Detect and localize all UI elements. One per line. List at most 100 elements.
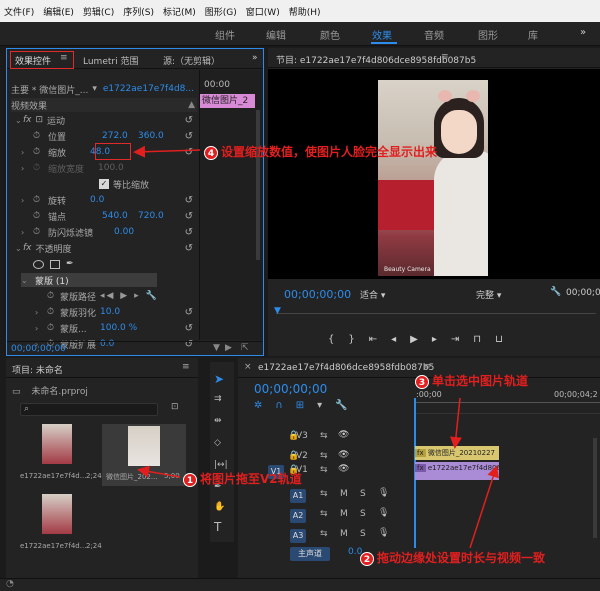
tab-assembly[interactable]: 组件 (215, 27, 235, 42)
snap-icon[interactable]: ∩ (275, 400, 295, 411)
slip-tool-icon[interactable]: |↔| (214, 460, 228, 470)
extract-icon[interactable]: ⊔ (495, 334, 517, 345)
sync-lock-icon[interactable]: ⇆ (320, 509, 328, 519)
export-icon[interactable]: ⇱ (241, 343, 249, 353)
pen-mask-icon[interactable]: ✒ (66, 259, 74, 269)
type-tool-icon[interactable]: T (214, 520, 221, 534)
more-workspaces-icon[interactable]: » (580, 27, 586, 38)
filter-icon[interactable]: ▼ (213, 343, 220, 353)
sequence-clip-label[interactable]: e1722ae17e7f4d8... (103, 84, 194, 94)
panel-menu-icon[interactable]: ≡ (423, 362, 431, 372)
menu-graphics[interactable]: 图形(G) (205, 5, 237, 18)
fit-select[interactable]: 适合 ▾ (360, 288, 385, 301)
ellipse-mask-icon[interactable] (33, 259, 44, 269)
project-item-selected[interactable]: 微信图片_202... 5;00 (102, 424, 186, 486)
settings-wrench-icon[interactable]: 🔧 (335, 400, 360, 411)
program-ruler[interactable] (276, 306, 596, 314)
expand-icon[interactable]: ⌄ (15, 116, 23, 125)
menu-file[interactable]: 文件(F) (4, 5, 34, 18)
mask-path-track-controls[interactable]: ◂◀ ▶ ▸ 🔧 (100, 291, 159, 301)
play-audio-icon[interactable]: ▶ (225, 343, 232, 353)
mute-button[interactable]: M (340, 489, 348, 499)
rectangle-mask-icon[interactable] (50, 259, 60, 269)
menu-marker[interactable]: 标记(M) (163, 5, 196, 18)
timeline-timecode[interactable]: 00;00;00;00 (254, 382, 327, 396)
reset-icon[interactable]: ↺ (185, 115, 193, 126)
tab-lumetri-scopes[interactable]: Lumetri 范围 (83, 54, 138, 67)
stopwatch-icon[interactable]: ⏱ (47, 291, 56, 301)
program-timecode[interactable]: 00;00;00;00 (284, 288, 351, 301)
menu-sequence[interactable]: 序列(S) (123, 5, 154, 18)
mark-in-icon[interactable]: { (328, 334, 348, 345)
tab-color[interactable]: 颜色 (320, 27, 340, 42)
hand-tool-icon[interactable]: ✋ (214, 502, 225, 512)
tab-source[interactable]: 源:（无剪辑） (163, 54, 220, 67)
menu-window[interactable]: 窗口(W) (246, 5, 280, 18)
quality-select[interactable]: 完整 ▾ (476, 288, 501, 301)
reset-icon[interactable]: ↺ (185, 147, 193, 158)
stopwatch-icon[interactable]: ⏱ (33, 131, 42, 141)
microphone-icon[interactable]: 🎙 (378, 528, 389, 538)
stopwatch-icon[interactable]: ⏱ (33, 211, 42, 221)
new-bin-icon[interactable]: ⊡ (171, 402, 179, 412)
ripple-edit-tool-icon[interactable]: ⇹ (214, 416, 222, 426)
microphone-icon[interactable]: 🎙 (378, 508, 389, 518)
lift-icon[interactable]: ⊓ (473, 334, 495, 345)
go-to-in-icon[interactable]: ⇤ (369, 334, 391, 345)
effect-controls-timecode[interactable]: 00;00;00;00 (11, 344, 66, 354)
mini-clip-bar[interactable]: 微信图片_2 (200, 94, 255, 108)
sync-lock-icon[interactable]: ⇆ (320, 489, 328, 499)
add-marker-icon[interactable]: ▾ (317, 400, 335, 411)
solo-button[interactable]: S (360, 489, 366, 499)
reset-icon[interactable]: ↺ (185, 307, 193, 318)
solo-button[interactable]: S (360, 529, 366, 539)
linked-selection-icon[interactable]: ⊞ (296, 400, 317, 411)
panel-menu-icon[interactable]: ≡ (441, 52, 449, 62)
stopwatch-icon[interactable]: ⏱ (33, 195, 42, 205)
master-clip-label[interactable]: 主要 * 微信图片_... (11, 83, 88, 96)
motion-row[interactable]: ⌄ fx ⊡ 运动 ↺ (15, 113, 199, 127)
mask-opacity-value[interactable]: 100.0 % (100, 323, 137, 333)
eye-icon[interactable]: 👁 (338, 450, 349, 460)
microphone-icon[interactable]: 🎙 (378, 488, 389, 498)
mask-row[interactable]: ⌄ 蒙版 (1) (21, 273, 157, 287)
track-label[interactable]: A2 (290, 509, 306, 523)
mute-button[interactable]: M (340, 509, 348, 519)
expand-icon[interactable]: ⌄ (15, 244, 23, 253)
stopwatch-icon[interactable]: ⏱ (33, 227, 42, 237)
antiflicker-value[interactable]: 0.00 (114, 227, 134, 237)
scrollbar[interactable] (256, 110, 260, 260)
eye-icon[interactable]: 👁 (338, 464, 349, 474)
razor-tool-icon[interactable]: ◇ (214, 438, 221, 448)
solo-button[interactable]: S (360, 509, 366, 519)
tab-libraries[interactable]: 库 (528, 27, 538, 42)
reset-icon[interactable]: ↺ (185, 131, 193, 142)
nest-icon[interactable]: ✲ (254, 400, 275, 411)
rotation-value[interactable]: 0.0 (90, 195, 104, 205)
tab-effects[interactable]: 效果 (372, 27, 392, 42)
project-search-input[interactable]: ⌕ (20, 403, 158, 416)
motion-transform-icon[interactable]: ⊡ (36, 115, 44, 125)
expand-icon[interactable]: ⌄ (21, 276, 29, 285)
track-label[interactable]: A3 (290, 529, 306, 543)
play-icon[interactable]: ▶ (410, 334, 432, 345)
track-label[interactable]: A1 (290, 489, 306, 503)
project-item[interactable]: e1722ae17e7f4d... 2;24 (16, 424, 102, 486)
reset-icon[interactable]: ↺ (185, 323, 193, 334)
eye-icon[interactable]: 👁 (338, 430, 349, 440)
position-y-value[interactable]: 360.0 (138, 131, 164, 141)
more-panels-icon[interactable]: » (252, 53, 258, 63)
mask-feather-value[interactable]: 10.0 (100, 307, 120, 317)
anchor-x-value[interactable]: 540.0 (102, 211, 138, 221)
sync-lock-icon[interactable]: ⇆ (320, 451, 328, 461)
reset-icon[interactable]: ↺ (185, 211, 193, 222)
reset-icon[interactable]: ↺ (185, 243, 193, 254)
stopwatch-icon[interactable]: ⏱ (33, 147, 42, 157)
close-icon[interactable]: × (244, 362, 252, 372)
position-x-value[interactable]: 272.0 (102, 131, 138, 141)
timeline-scrollbar[interactable] (593, 438, 597, 538)
stopwatch-icon[interactable]: ⏱ (47, 307, 56, 317)
settings-wrench-icon[interactable]: 🔧 (550, 287, 561, 297)
clip-v2-image[interactable]: fx 微信图片_20210227 (415, 446, 499, 460)
expand-icon[interactable]: › (21, 148, 29, 157)
